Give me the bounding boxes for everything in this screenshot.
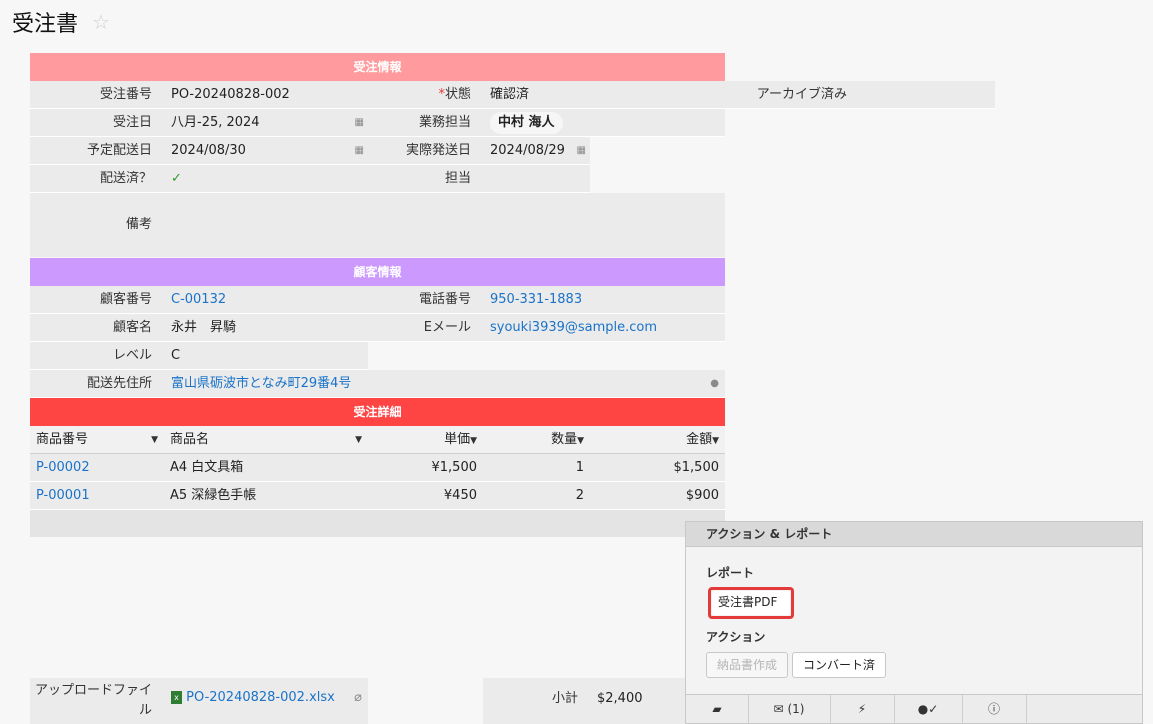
table-row-name: A4 白文具箱 xyxy=(164,454,368,482)
create-delivery-note-button[interactable]: 納品書作成 xyxy=(706,652,789,678)
address-link[interactable]: 富山県砺波市となみ町29番4号 xyxy=(171,376,351,391)
calendar-icon[interactable]: ▦ xyxy=(355,137,364,165)
caret-down-icon[interactable]: ▼ xyxy=(577,436,584,446)
planned-date-label: 予定配送日 xyxy=(30,137,164,165)
order-date-label: 受注日 xyxy=(30,109,164,137)
action-section-label: アクション xyxy=(706,630,766,644)
column-header-price[interactable]: 単価▼ xyxy=(368,426,483,454)
excel-file-icon: x xyxy=(171,691,182,704)
check-icon: ✓ xyxy=(164,165,368,193)
phone-label: 電話番号 xyxy=(368,286,483,314)
column-header-qty[interactable]: 数量▼ xyxy=(483,426,590,454)
customer-name-label: 顧客名 xyxy=(30,314,164,342)
user-check-icon[interactable]: ●✓ xyxy=(894,695,963,723)
column-header-amount[interactable]: 金額▼ xyxy=(590,426,725,454)
table-row-price: ¥450 xyxy=(368,482,483,510)
converted-button[interactable]: コンバート済 xyxy=(792,652,887,678)
column-label: 数量 xyxy=(551,432,578,447)
column-label: 商品番号 xyxy=(36,432,89,447)
order-date-value: 八月-25, 2024 xyxy=(171,115,260,130)
table-row-amount: $900 xyxy=(590,482,725,510)
column-header-name[interactable]: 商品名 ▼ xyxy=(164,426,368,454)
report-pdf-button[interactable]: 受注書PDF xyxy=(712,591,790,615)
planned-date-value: 2024/08/30 xyxy=(171,143,246,158)
caret-down-icon[interactable]: ▼ xyxy=(151,426,158,454)
caret-down-icon[interactable]: ▼ xyxy=(470,436,477,446)
calendar-icon[interactable]: ▦ xyxy=(577,137,586,165)
upload-label: アップロードファイル xyxy=(30,678,164,724)
notes-field[interactable] xyxy=(164,193,725,257)
mail-button[interactable]: ✉ (1) xyxy=(748,695,831,723)
assignee-label: 担当 xyxy=(368,165,483,193)
column-label: 単価 xyxy=(444,432,471,447)
phone-link[interactable]: 950-331-1883 xyxy=(483,286,725,314)
table-row-amount: $1,500 xyxy=(590,454,725,482)
actual-date-value: 2024/08/29 xyxy=(490,143,565,158)
page-title: 受注書 xyxy=(12,12,79,37)
caret-down-icon[interactable]: ▼ xyxy=(355,426,362,454)
email-link[interactable]: syouki3939@sample.com xyxy=(483,314,725,342)
panel-toolbar: ▰ ✉ (1) ⚡ ●✓ ⓘ xyxy=(686,694,1142,723)
order-date-field[interactable]: 八月-25, 2024 ▦ xyxy=(164,109,368,137)
staff-chip[interactable]: 中村 海人 xyxy=(490,112,563,134)
notes-label: 備考 xyxy=(30,193,164,257)
subtotal-value: $2,400 xyxy=(590,678,690,724)
star-icon[interactable]: ☆ xyxy=(92,10,110,34)
order-no-value: PO-20240828-002 xyxy=(164,81,368,109)
bolt-icon[interactable]: ⚡ xyxy=(830,695,895,723)
planned-date-field[interactable]: 2024/08/30 ▦ xyxy=(164,137,368,165)
map-pin-icon[interactable]: ● xyxy=(710,370,719,398)
order-info-header: 受注情報 xyxy=(30,53,725,81)
action-report-panel: アクション & レポート レポート 受注書PDF アクション 納品書作成 コンバ… xyxy=(685,521,1143,724)
archived-label: アーカイブ済み xyxy=(725,81,859,109)
column-header-code[interactable]: 商品番号 ▼ xyxy=(30,426,164,454)
mail-icon: ✉ xyxy=(773,702,784,716)
status-value: 確認済 xyxy=(483,81,725,109)
order-no-label: 受注番号 xyxy=(30,81,164,109)
report-section-label: レポート xyxy=(706,566,755,580)
table-footer xyxy=(30,510,725,537)
archived-value xyxy=(859,81,995,109)
status-label-text: 状態 xyxy=(444,87,471,102)
mail-count: (1) xyxy=(787,702,805,716)
paperclip-icon[interactable]: ⌀ xyxy=(354,678,362,718)
table-row-qty: 2 xyxy=(483,482,590,510)
upload-field: x PO-20240828-002.xlsx ⌀ xyxy=(164,678,368,724)
upload-file-link[interactable]: PO-20240828-002.xlsx xyxy=(186,690,335,705)
level-label: レベル xyxy=(30,342,164,370)
column-label: 金額 xyxy=(686,432,713,447)
customer-no-link[interactable]: C-00132 xyxy=(164,286,368,314)
customer-info-header: 顧客情報 xyxy=(30,258,725,286)
table-row-qty: 1 xyxy=(483,454,590,482)
info-icon[interactable]: ⓘ xyxy=(962,695,1027,723)
shipped-label: 配送済？ xyxy=(30,165,164,193)
table-row-price: ¥1,500 xyxy=(368,454,483,482)
staff-field: 中村 海人 xyxy=(483,109,725,137)
table-row-code-link[interactable]: P-00002 xyxy=(30,454,164,482)
comment-icon[interactable]: ▰ xyxy=(686,695,749,723)
email-label: Eメール xyxy=(368,314,483,342)
customer-no-label: 顧客番号 xyxy=(30,286,164,314)
staff-label: 業務担当 xyxy=(368,109,483,137)
calendar-icon[interactable]: ▦ xyxy=(355,109,364,137)
actual-date-field[interactable]: 2024/08/29 ▦ xyxy=(483,137,590,165)
address-label: 配送先住所 xyxy=(30,370,164,398)
assignee-value xyxy=(483,165,590,193)
address-field[interactable]: 富山県砺波市となみ町29番4号 ● xyxy=(164,370,725,398)
order-detail-header: 受注詳細 xyxy=(30,398,725,426)
table-row-name: A5 深緑色手帳 xyxy=(164,482,368,510)
subtotal-label: 小計 xyxy=(483,678,590,724)
status-label: *状態 xyxy=(368,81,483,109)
level-value: C xyxy=(164,342,368,370)
panel-header: アクション & レポート xyxy=(686,522,1142,547)
customer-name-value: 永井 昇騎 xyxy=(164,314,368,342)
caret-down-icon[interactable]: ▼ xyxy=(712,436,719,446)
table-row-code-link[interactable]: P-00001 xyxy=(30,482,164,510)
actual-date-label: 実際発送日 xyxy=(368,137,483,165)
column-label: 商品名 xyxy=(170,432,210,447)
